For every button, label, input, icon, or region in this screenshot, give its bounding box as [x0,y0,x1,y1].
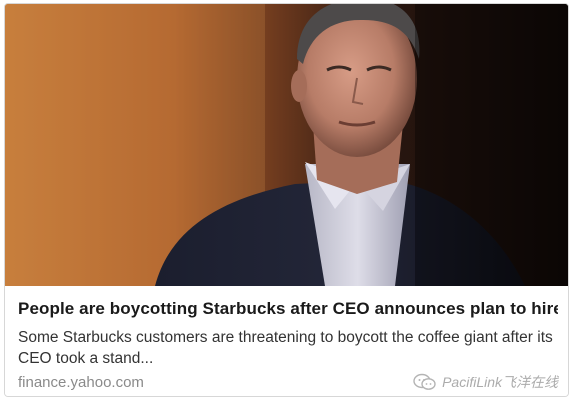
watermark-text: PacifiLink飞洋在线 [442,374,558,390]
article-meta: People are boycotting Starbucks after CE… [5,286,568,396]
wechat-icon [413,373,437,391]
article-source-domain[interactable]: finance.yahoo.com [18,374,144,391]
article-snippet: Some Starbucks customers are threatening… [18,329,553,367]
article-thumbnail-image[interactable] [5,4,568,286]
news-link-card[interactable]: People are boycotting Starbucks after CE… [4,3,569,397]
thumbnail-illustration [5,4,568,286]
article-headline[interactable]: People are boycotting Starbucks after CE… [18,299,558,319]
watermark: PacifiLink飞洋在线 [413,372,558,392]
